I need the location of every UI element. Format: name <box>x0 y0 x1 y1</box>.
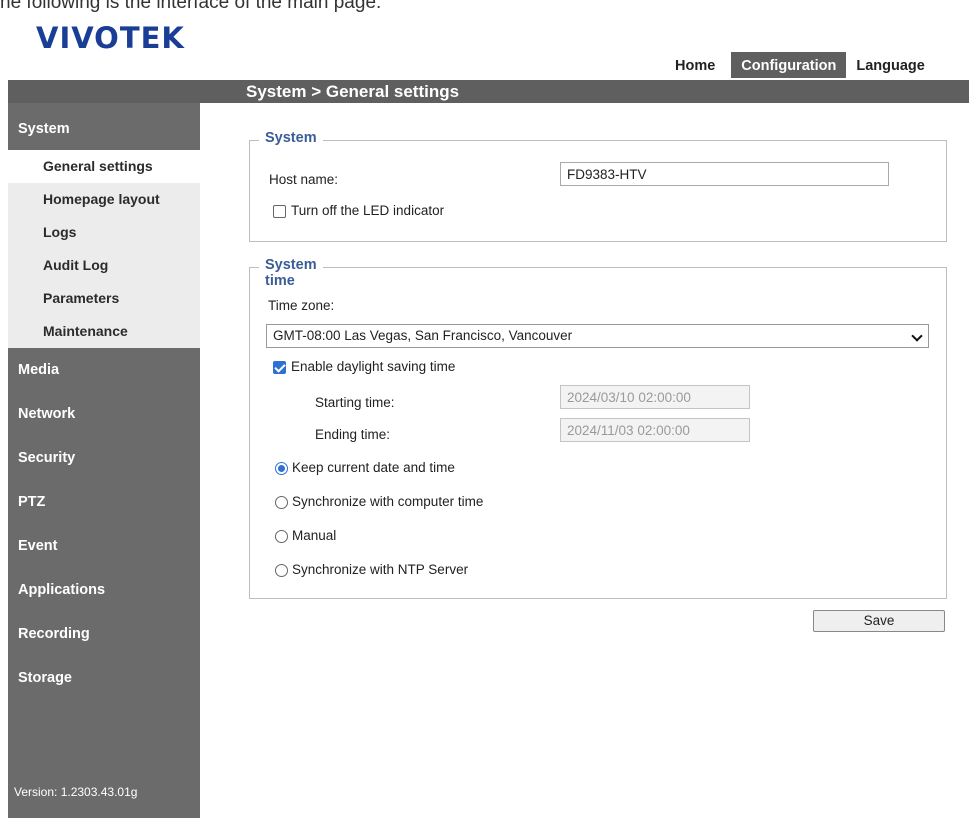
system-submenu: General settings Homepage layout Logs Au… <box>8 150 200 348</box>
sidebar-item-general-settings[interactable]: General settings <box>8 150 200 183</box>
radio-sync-computer[interactable] <box>275 496 288 509</box>
sidebar-item-media[interactable]: Media <box>8 348 200 392</box>
time-zone-label: Time zone: <box>268 298 335 313</box>
sidebar-item-parameters[interactable]: Parameters <box>8 282 200 315</box>
sidebar-item-logs[interactable]: Logs <box>8 216 200 249</box>
ending-time-input[interactable]: 2024/11/03 02:00:00 <box>560 418 750 442</box>
radio-keep-current[interactable] <box>275 462 288 475</box>
time-zone-value: GMT-08:00 Las Vegas, San Francisco, Vanc… <box>273 328 573 343</box>
sidebar: System General settings Homepage layout … <box>8 103 200 818</box>
version-label: Version: 1.2303.43.01g <box>14 785 138 799</box>
led-checkbox[interactable] <box>273 205 286 218</box>
sync-computer-label: Synchronize with computer time <box>292 494 484 509</box>
system-fieldset <box>249 140 947 242</box>
radio-sync-ntp[interactable] <box>275 564 288 577</box>
page-title: System > General settings <box>246 82 460 101</box>
sidebar-item-homepage-layout[interactable]: Homepage layout <box>8 183 200 216</box>
chevron-down-icon <box>911 330 923 342</box>
vivotek-logo: VIVOTEK <box>36 21 185 55</box>
host-name-input[interactable]: FD9383-HTV <box>560 162 889 186</box>
sync-ntp-label: Synchronize with NTP Server <box>292 562 469 577</box>
radio-manual[interactable] <box>275 530 288 543</box>
ending-time-label: Ending time: <box>315 427 391 442</box>
starting-time-label: Starting time: <box>315 395 395 410</box>
tab-configuration[interactable]: Configuration <box>731 52 847 78</box>
host-name-label: Host name: <box>269 172 339 187</box>
time-zone-select[interactable]: GMT-08:00 Las Vegas, San Francisco, Vanc… <box>266 324 929 348</box>
sidebar-item-security[interactable]: Security <box>8 436 200 480</box>
sidebar-item-applications[interactable]: Applications <box>8 568 200 612</box>
sidebar-item-maintenance[interactable]: Maintenance <box>8 315 200 348</box>
sidebar-item-event[interactable]: Event <box>8 524 200 568</box>
save-button[interactable]: Save <box>813 610 945 632</box>
starting-time-input[interactable]: 2024/03/10 02:00:00 <box>560 385 750 409</box>
manual-label: Manual <box>292 528 337 543</box>
sidebar-item-audit-log[interactable]: Audit Log <box>8 249 200 282</box>
led-label: Turn off the LED indicator <box>291 203 445 218</box>
document-caption: he following is the interface of the mai… <box>0 0 382 12</box>
dst-label: Enable daylight saving time <box>291 359 456 374</box>
keep-current-label: Keep current date and time <box>292 460 455 475</box>
dst-checkbox[interactable] <box>273 361 286 374</box>
sidebar-item-network[interactable]: Network <box>8 392 200 436</box>
top-navigation: Home Configuration Language <box>665 52 935 78</box>
tab-language[interactable]: Language <box>846 52 934 78</box>
sidebar-item-storage[interactable]: Storage <box>8 656 200 700</box>
sidebar-item-system[interactable]: System <box>8 103 200 150</box>
sidebar-item-ptz[interactable]: PTZ <box>8 480 200 524</box>
system-legend: System <box>259 130 323 146</box>
title-bar: System > General settings <box>8 80 969 103</box>
system-time-legend: System time <box>259 257 323 289</box>
sidebar-item-recording[interactable]: Recording <box>8 612 200 656</box>
tab-home[interactable]: Home <box>665 52 731 78</box>
